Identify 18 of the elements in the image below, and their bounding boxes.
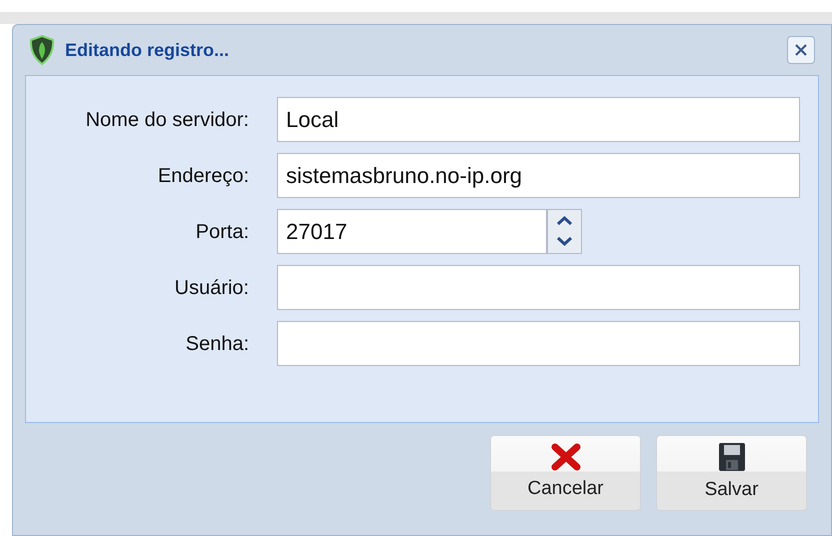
password-field[interactable] — [277, 321, 800, 366]
cancel-button[interactable]: Cancelar — [490, 435, 641, 511]
field-label: Porta: — [194, 220, 249, 244]
text-field[interactable]: Local — [277, 97, 800, 142]
close-button[interactable] — [787, 36, 815, 64]
text-field[interactable] — [277, 265, 800, 310]
field-label: Usuário: — [174, 276, 249, 300]
field-label: Nome do servidor: — [84, 108, 249, 132]
shield-icon — [29, 35, 55, 65]
window-title: Editando registro... — [65, 38, 230, 62]
field-label: Senha: — [184, 332, 249, 356]
save-button[interactable]: Salvar — [656, 435, 807, 511]
close-icon — [793, 42, 809, 58]
field-label: Endereço: — [156, 164, 249, 188]
spinner[interactable] — [547, 209, 582, 254]
cross-icon — [550, 442, 580, 471]
port-field[interactable]: 27017 — [277, 209, 547, 254]
text-field[interactable]: sistemasbruno.no-ip.org — [277, 153, 800, 198]
